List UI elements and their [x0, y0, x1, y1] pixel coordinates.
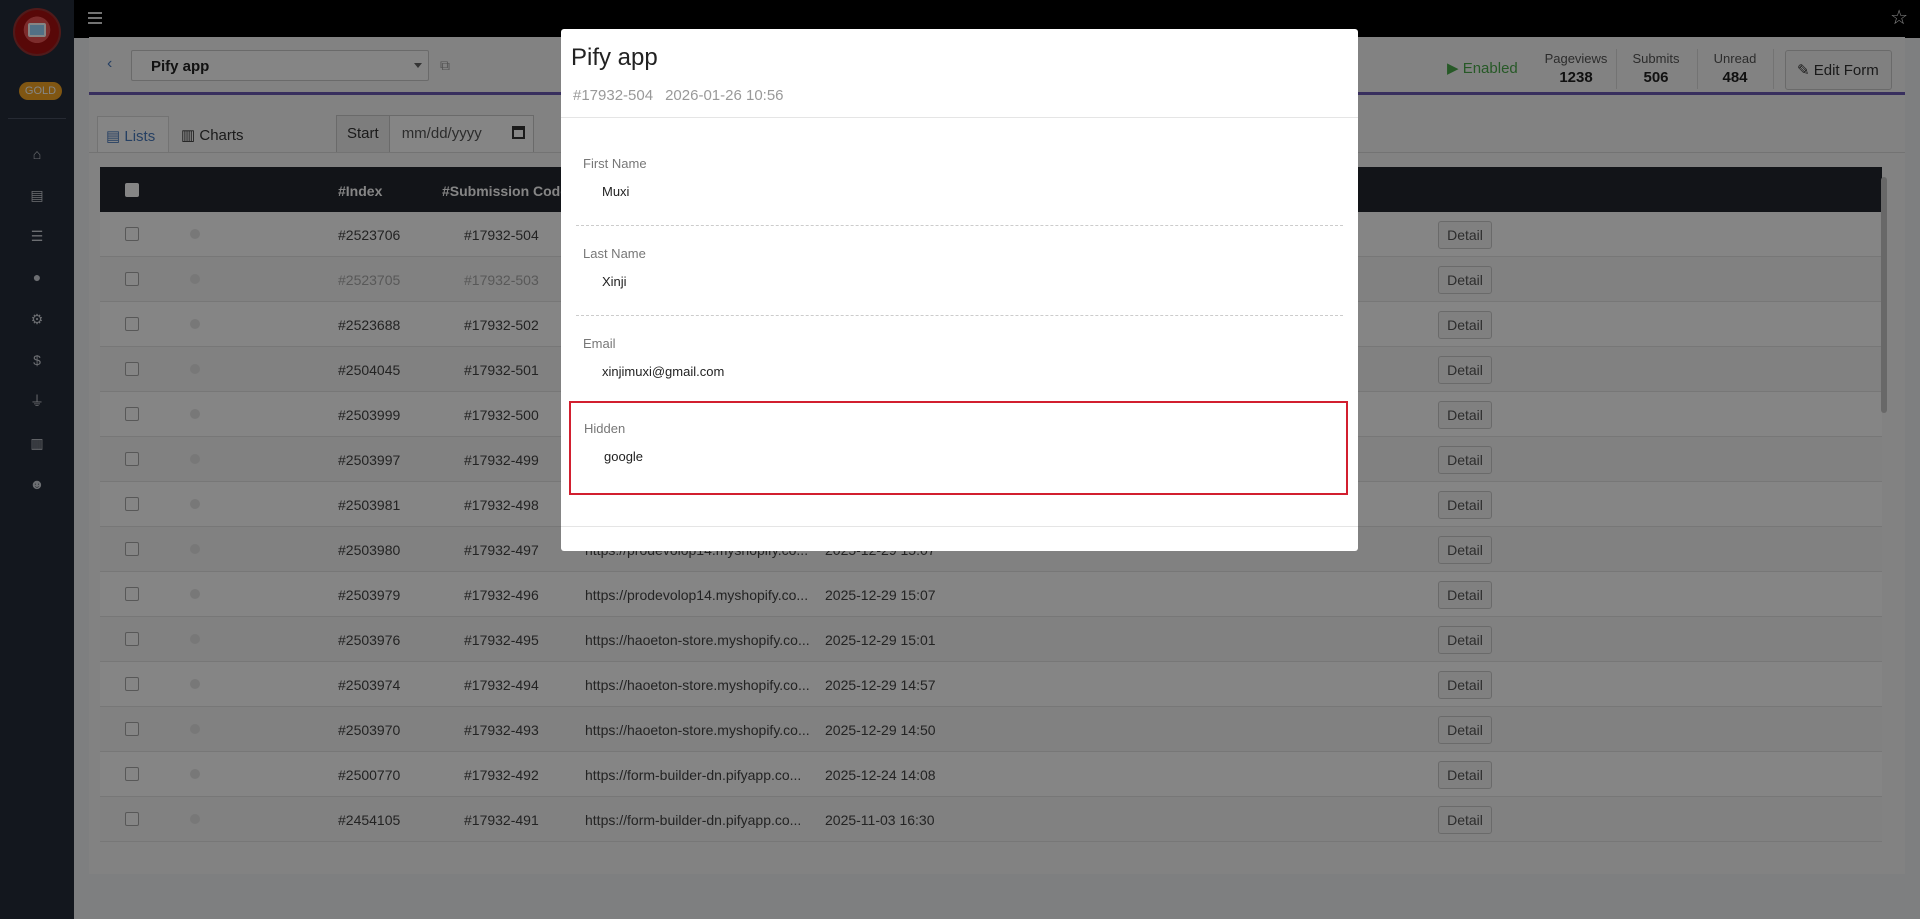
- modal-divider: [561, 117, 1358, 118]
- field-label: First Name: [583, 156, 647, 171]
- submission-code: #17932-504: [573, 87, 654, 104]
- field-value: Muxi: [602, 184, 630, 199]
- field-hidden: Hidden google: [569, 401, 1348, 495]
- field-value: google: [604, 449, 644, 464]
- field-label: Last Name: [583, 246, 646, 261]
- submission-date: 2026-01-26 10:56: [665, 87, 784, 104]
- field-first-name: First Name Muxi: [576, 136, 1343, 226]
- modal-title: Pify app: [571, 44, 658, 71]
- field-label: Hidden: [584, 421, 626, 436]
- field-last-name: Last Name Xinji: [576, 226, 1343, 316]
- modal-footer-divider: [561, 526, 1358, 527]
- field-value: Xinji: [602, 274, 627, 289]
- field-value: xinjimuxi@gmail.com: [602, 364, 725, 379]
- field-email: Email xinjimuxi@gmail.com: [576, 316, 1343, 406]
- submission-detail-modal: Pify app #17932-504 2026-01-26 10:56 Firs…: [561, 29, 1358, 551]
- field-label: Email: [583, 336, 616, 351]
- modal-subtitle: #17932-504 2026-01-26 10:56: [573, 87, 784, 104]
